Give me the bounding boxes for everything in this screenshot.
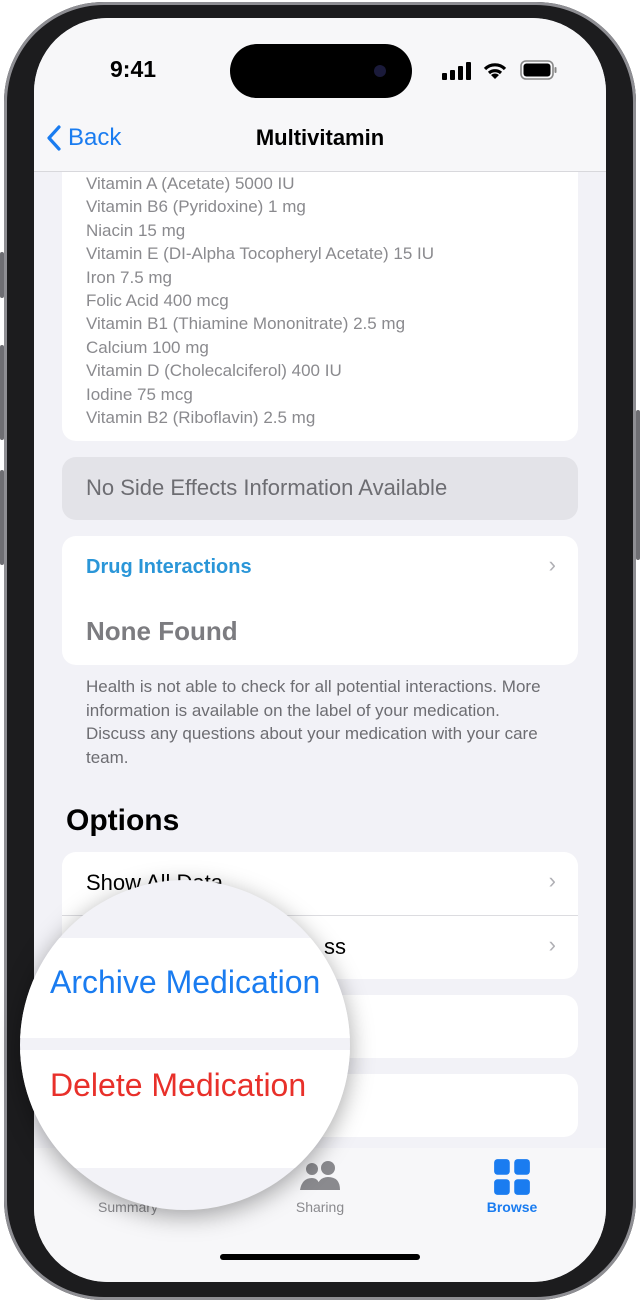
ingredient-item: Calcium 100 mg [86, 337, 209, 357]
ingredient-item: Vitamin B6 (Pyridoxine) 1 mg [86, 197, 306, 217]
ingredients-list: Vitamin A (Acetate) 5000 IU Vitamin B6 (P… [86, 172, 434, 429]
ingredient-item: Vitamin A (Acetate) 5000 IU [86, 174, 295, 193]
grid-icon [494, 1159, 530, 1195]
volume-down-button [0, 470, 4, 565]
interactions-footnote: Health is not able to check for all pote… [86, 677, 541, 767]
drug-interactions-card[interactable]: Drug Interactions › None Found [62, 536, 578, 665]
ingredient-item: Vitamin B2 (Riboflavin) 2.5 mg [86, 407, 316, 427]
volume-up-button [0, 345, 4, 440]
tab-sharing-label: Sharing [295, 1199, 345, 1215]
ingredient-item: Vitamin E (DI-Alpha Tocopheryl Acetate) … [86, 244, 435, 264]
chevron-right-icon: › [548, 868, 556, 893]
action-button [0, 252, 4, 298]
tab-browse-label: Browse [486, 1199, 538, 1215]
wifi-icon [483, 63, 507, 79]
home-indicator[interactable] [220, 1254, 420, 1260]
magnifier: Archive Medication Delete Medication [20, 880, 350, 1210]
drug-interactions-title[interactable]: Drug Interactions [86, 556, 252, 579]
page-title: Multivitamin [255, 125, 385, 150]
chevron-right-icon: › [548, 552, 556, 577]
tab-browse[interactable]: Browse [452, 1158, 572, 1215]
status-time: 9:41 [110, 56, 157, 82]
ingredient-item: Iron 7.5 mg [86, 267, 172, 287]
ingredient-item: Iodine 75 mcg [86, 384, 193, 404]
battery-icon [520, 60, 557, 80]
side-effects-text: No Side Effects Information Available [86, 475, 448, 500]
interactions-value: None Found [86, 616, 238, 646]
archive-medication-button[interactable]: Archive Medication [50, 964, 320, 1001]
ingredient-item: Niacin 15 mg [86, 220, 186, 240]
options-heading: Options [66, 804, 180, 837]
side-effects-card: No Side Effects Information Available [62, 457, 578, 520]
delete-medication-button[interactable]: Delete Medication [50, 1067, 306, 1104]
ingredient-item: Vitamin D (Cholecalciferol) 400 IU [86, 361, 342, 381]
ingredient-item: Folic Acid 400 mcg [86, 290, 229, 310]
camera-icon [374, 65, 386, 77]
signal-icon [442, 62, 471, 80]
ingredient-item: Vitamin B1 (Thiamine Mononitrate) 2.5 mg [86, 314, 406, 334]
chevron-right-icon: › [548, 932, 556, 957]
side-button [636, 410, 640, 560]
navigation-bar: 9:41 Back Multivitamin [34, 18, 606, 172]
